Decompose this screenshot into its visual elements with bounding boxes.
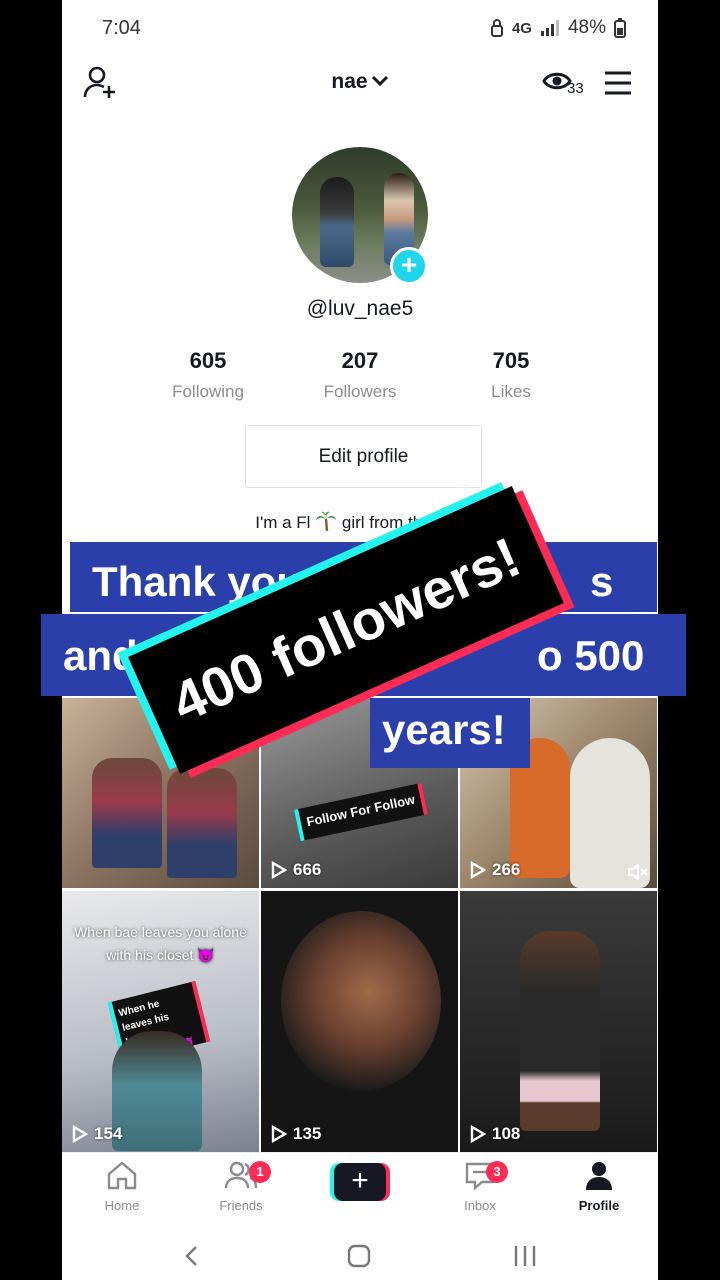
inbox-badge: 3 xyxy=(486,1161,508,1183)
avatar-person-left xyxy=(320,177,354,267)
stat-value: 705 xyxy=(492,348,530,373)
view-count: 666 xyxy=(293,860,322,879)
profile-views-count: 33 xyxy=(567,80,584,97)
status-bar: 7:04 4G 48% xyxy=(62,0,658,58)
view-count: 154 xyxy=(94,1124,123,1143)
status-time: 7:04 xyxy=(102,17,141,39)
video-views: 135 xyxy=(271,1124,321,1144)
video-thumbnail-figure xyxy=(281,911,441,1091)
chevron-down-icon xyxy=(371,75,388,87)
bottom-nav: Home Friends 1 + Inbox 3 Profile xyxy=(62,1152,658,1226)
video-thumbnail-figure xyxy=(520,931,600,1131)
muted-icon xyxy=(628,864,648,880)
stat-label: Following xyxy=(172,382,244,401)
video-caption-sticker: Follow For Follow xyxy=(294,782,428,842)
video-tile-6[interactable]: 108 xyxy=(460,891,657,1152)
video-caption: When bae leaves you alone with his close… xyxy=(74,924,247,963)
bio-text-start: I'm a Fl xyxy=(255,513,311,532)
profile-icon xyxy=(586,1162,612,1190)
nav-label: Profile xyxy=(578,1198,620,1213)
video-thumbnail-figure xyxy=(167,768,237,878)
play-icon xyxy=(72,1125,88,1143)
overlay-text: s xyxy=(590,558,614,605)
palm-tree-icon xyxy=(316,511,337,532)
stat-value: 605 xyxy=(189,348,227,373)
stat-followers[interactable]: 207 Followers xyxy=(290,348,430,402)
video-grid: Follow For Follow 666 266 When bae leave… xyxy=(62,698,658,1152)
video-thumbnail-figure xyxy=(92,758,162,868)
video-tile-5[interactable]: 135 xyxy=(261,891,458,1152)
status-icons: 4G 48% xyxy=(490,17,626,39)
battery-percent: 48% xyxy=(567,17,606,38)
video-views: 154 xyxy=(72,1124,122,1144)
stat-label: Followers xyxy=(323,382,397,401)
overlay-banner-line3: years! xyxy=(370,698,530,768)
profile-bio: I'm a Fl girl from the 352 xyxy=(62,510,658,533)
home-button-icon[interactable] xyxy=(346,1244,372,1268)
network-type: 4G xyxy=(511,19,532,37)
friends-badge: 1 xyxy=(249,1161,271,1183)
plus-icon: + xyxy=(334,1163,386,1201)
overlay-text: o 500 xyxy=(537,632,645,679)
video-tile-4[interactable]: When bae leaves you alone with his close… xyxy=(62,891,259,1152)
play-icon xyxy=(470,861,486,879)
profile-header: nae 33 xyxy=(62,58,658,108)
nav-friends[interactable]: Friends 1 xyxy=(181,1159,301,1213)
nav-label: Inbox xyxy=(464,1198,496,1213)
nav-label: Friends xyxy=(219,1198,263,1213)
battery-icon xyxy=(614,18,626,38)
add-story-button[interactable]: + xyxy=(390,247,428,285)
nav-inbox[interactable]: Inbox 3 xyxy=(420,1159,540,1213)
stat-label: Likes xyxy=(491,382,531,401)
header-username: nae xyxy=(331,70,368,93)
nav-profile[interactable]: Profile xyxy=(539,1159,658,1213)
stat-likes[interactable]: 705 Likes xyxy=(441,348,581,402)
view-count: 108 xyxy=(492,1124,521,1143)
video-views: 108 xyxy=(470,1124,520,1144)
play-icon xyxy=(271,861,287,879)
play-icon xyxy=(470,1125,486,1143)
stat-following[interactable]: 605 Following xyxy=(138,348,278,402)
stat-value: 207 xyxy=(341,348,379,373)
edit-profile-button[interactable]: Edit profile xyxy=(245,425,482,488)
play-icon xyxy=(271,1125,287,1143)
view-count: 135 xyxy=(293,1124,322,1143)
signal-icon xyxy=(540,20,559,36)
back-icon[interactable] xyxy=(182,1244,202,1268)
system-nav-bar xyxy=(62,1226,658,1280)
video-views: 266 xyxy=(470,860,520,880)
home-icon xyxy=(107,1161,137,1190)
view-count: 266 xyxy=(492,860,521,879)
profile-stats: 605 Following 207 Followers 705 Likes xyxy=(62,348,658,408)
create-button[interactable]: + xyxy=(330,1163,390,1201)
video-thumbnail-figure xyxy=(112,1031,202,1151)
video-views: 666 xyxy=(271,860,321,880)
profile-handle: @luv_nae5 xyxy=(306,297,414,320)
overlay-text: years! xyxy=(382,706,506,753)
nav-home[interactable]: Home xyxy=(62,1159,182,1213)
menu-icon[interactable] xyxy=(603,70,633,96)
nav-label: Home xyxy=(104,1198,140,1213)
lock-icon xyxy=(490,19,503,37)
recents-icon[interactable] xyxy=(512,1244,538,1268)
